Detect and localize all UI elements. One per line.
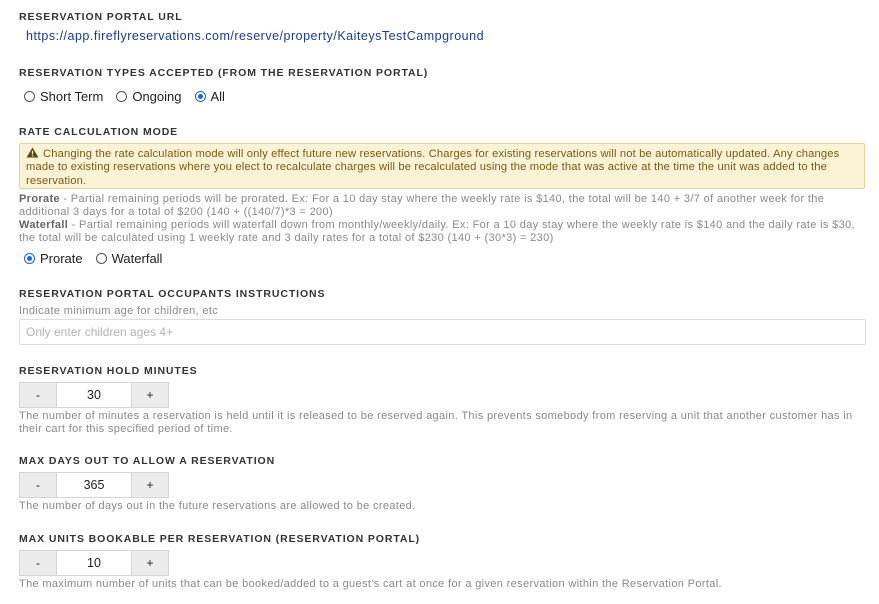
max-days-title: MAX DAYS OUT TO ALLOW A RESERVATION bbox=[19, 455, 276, 467]
hold-minutes-decrement-button[interactable]: - bbox=[19, 382, 57, 408]
max-units-decrement-button[interactable]: - bbox=[19, 550, 57, 576]
radio-prorate-label: Prorate bbox=[40, 251, 83, 266]
radio-ongoing-circle[interactable] bbox=[116, 91, 128, 102]
max-days-stepper: - 365 + bbox=[19, 472, 169, 498]
max-units-stepper: - 10 + bbox=[19, 550, 169, 576]
radio-prorate[interactable]: Prorate bbox=[24, 251, 83, 266]
prorate-term: Prorate bbox=[19, 193, 60, 205]
radio-prorate-circle[interactable] bbox=[24, 253, 35, 264]
prorate-description: Prorate - Partial remaining periods will… bbox=[19, 193, 869, 219]
portal-url-link[interactable]: https://app.fireflyreservations.com/rese… bbox=[26, 29, 484, 43]
reservation-types-title: RESERVATION TYPES ACCEPTED (FROM THE RES… bbox=[19, 67, 429, 79]
occupants-title: RESERVATION PORTAL OCCUPANTS INSTRUCTION… bbox=[19, 288, 326, 300]
max-days-value[interactable]: 365 bbox=[57, 472, 131, 498]
radio-all-circle[interactable] bbox=[194, 91, 206, 102]
waterfall-description: Waterfall - Partial remaining periods wi… bbox=[19, 219, 869, 245]
occupants-hint: Indicate minimum age for children, etc bbox=[19, 305, 219, 317]
radio-waterfall[interactable]: Waterfall bbox=[95, 251, 163, 266]
radio-waterfall-circle[interactable] bbox=[95, 253, 107, 264]
rate-mode-warning-text: Changing the rate calculation mode will … bbox=[26, 148, 840, 187]
waterfall-desc-text: - Partial remaining periods will waterfa… bbox=[19, 219, 855, 244]
max-units-title: MAX UNITS BOOKABLE PER RESERVATION (RESE… bbox=[19, 533, 421, 545]
radio-short-term[interactable]: Short Term bbox=[24, 89, 103, 104]
waterfall-term: Waterfall bbox=[19, 219, 69, 231]
radio-ongoing[interactable]: Ongoing bbox=[116, 89, 182, 104]
max-units-increment-button[interactable]: + bbox=[131, 550, 169, 576]
occupants-instructions-input[interactable] bbox=[19, 319, 866, 345]
radio-short-term-label: Short Term bbox=[40, 89, 104, 104]
radio-short-term-circle[interactable] bbox=[24, 91, 35, 102]
radio-ongoing-label: Ongoing bbox=[132, 89, 182, 104]
rate-mode-title: RATE CALCULATION MODE bbox=[19, 126, 179, 138]
rate-mode-warning: Changing the rate calculation mode will … bbox=[19, 143, 865, 189]
max-days-description: The number of days out in the future res… bbox=[19, 500, 416, 512]
reservation-types-radio-group: Short Term Ongoing All bbox=[24, 89, 238, 104]
max-units-description: The maximum number of units that can be … bbox=[19, 578, 722, 590]
max-days-increment-button[interactable]: + bbox=[131, 472, 169, 498]
radio-all[interactable]: All bbox=[194, 89, 225, 104]
rate-mode-radio-group: Prorate Waterfall bbox=[24, 251, 175, 266]
radio-waterfall-label: Waterfall bbox=[111, 251, 163, 266]
hold-minutes-title: RESERVATION HOLD MINUTES bbox=[19, 365, 198, 377]
warning-triangle-icon bbox=[26, 147, 39, 158]
hold-minutes-stepper: - 30 + bbox=[19, 382, 169, 408]
radio-all-label: All bbox=[210, 89, 225, 104]
max-units-value[interactable]: 10 bbox=[57, 550, 131, 576]
hold-minutes-increment-button[interactable]: + bbox=[131, 382, 169, 408]
hold-minutes-description: The number of minutes a reservation is h… bbox=[19, 410, 853, 435]
portal-url-title: RESERVATION PORTAL URL bbox=[19, 11, 183, 23]
max-days-decrement-button[interactable]: - bbox=[19, 472, 57, 498]
prorate-desc-text: - Partial remaining periods will be pror… bbox=[19, 193, 825, 218]
hold-minutes-value[interactable]: 30 bbox=[57, 382, 131, 408]
